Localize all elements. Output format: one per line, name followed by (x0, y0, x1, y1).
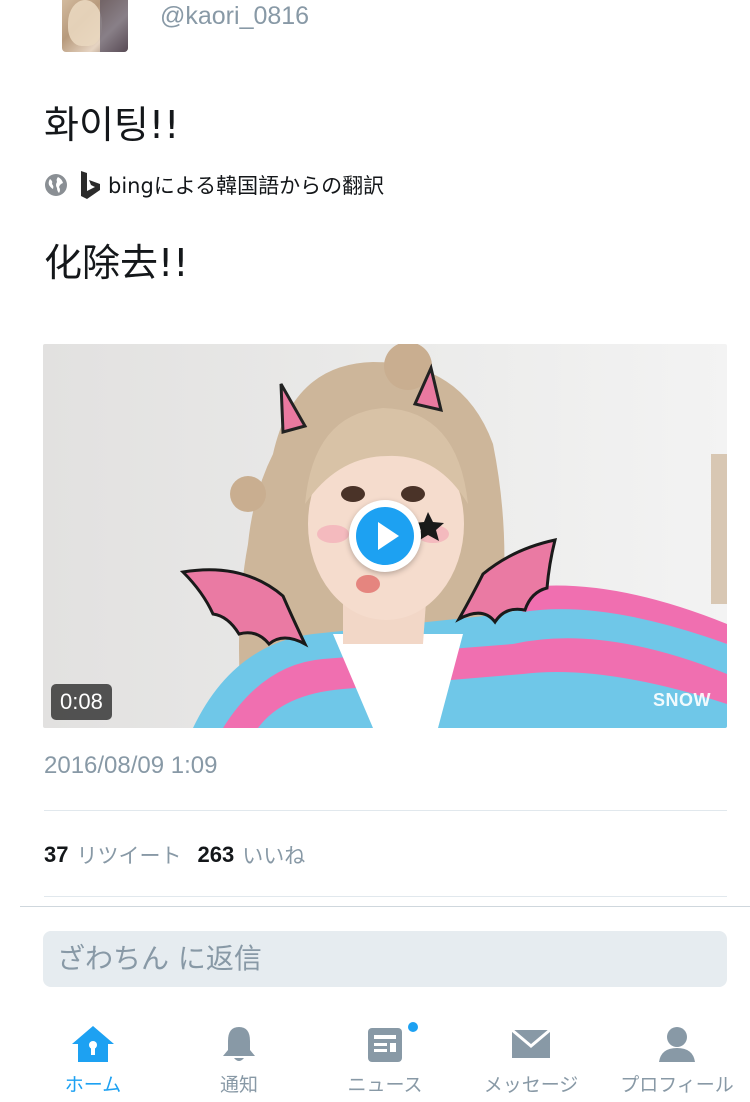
engagement-stats: 37 リツイート 263 いいね (44, 840, 305, 870)
bell-icon (223, 1027, 255, 1061)
snow-watermark: SNOW (653, 690, 711, 710)
unread-dot (408, 1022, 418, 1032)
video-player[interactable]: 0:08 SNOW (43, 344, 727, 728)
translated-text: 化除去!! (44, 241, 189, 285)
divider (44, 896, 727, 897)
like-count[interactable]: 263 (197, 842, 234, 868)
user-handle[interactable]: @kaori_0816 (160, 2, 309, 31)
play-button[interactable] (349, 500, 421, 572)
tweet-timestamp: 2016/08/09 1:09 (44, 752, 218, 779)
like-label[interactable]: いいね (242, 840, 305, 870)
tab-notifications-label: 通知 (219, 1074, 258, 1096)
tweet-text: 화이팅!! (44, 103, 180, 147)
home-icon (72, 1026, 114, 1062)
divider (20, 906, 750, 907)
avatar-shadow (100, 0, 128, 52)
profile-icon (659, 1027, 695, 1062)
retweet-count[interactable]: 37 (44, 842, 68, 868)
tab-profile-label: プロフィール (620, 1074, 734, 1096)
play-icon (356, 507, 414, 565)
tab-news[interactable]: ニュース (310, 1010, 460, 1102)
divider (44, 810, 727, 811)
tab-messages[interactable]: メッセージ (456, 1010, 606, 1102)
video-duration: 0:08 (51, 684, 112, 720)
avatar[interactable] (62, 0, 128, 52)
tab-home-label: ホーム (64, 1074, 122, 1096)
retweet-label[interactable]: リツイート (76, 840, 181, 870)
avatar-face (68, 0, 102, 46)
translation-attribution: bingによる韓国語からの翻訳 (44, 170, 384, 200)
tab-home[interactable]: ホーム (18, 1010, 168, 1102)
tab-notifications[interactable]: 通知 (164, 1010, 314, 1102)
envelope-icon (511, 1028, 551, 1058)
tab-profile[interactable]: プロフィール (602, 1010, 750, 1102)
tab-news-label: ニュース (347, 1074, 423, 1096)
reply-input[interactable]: ざわちん に返信 (43, 931, 727, 987)
tab-bar: ホーム 通知 ニュース メッセージ プロフィール (0, 1010, 750, 1102)
globe-icon (45, 174, 67, 196)
news-icon (368, 1028, 402, 1062)
tab-messages-label: メッセージ (483, 1074, 579, 1096)
translation-label: bingによる韓国語からの翻訳 (108, 174, 385, 198)
bing-logo-icon (81, 171, 100, 199)
